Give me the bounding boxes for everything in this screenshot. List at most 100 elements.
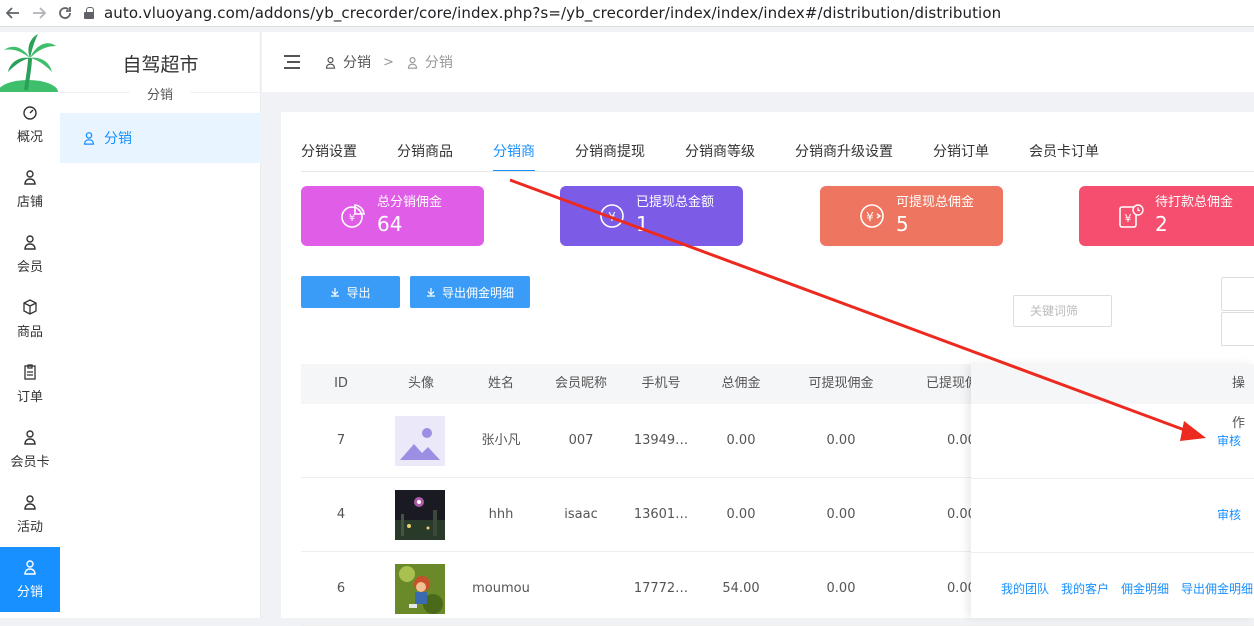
cell-phone: 13601… (633, 507, 689, 522)
user-icon (24, 495, 36, 510)
cell-withdrawable: 0.00 (826, 433, 856, 448)
user-icon (24, 235, 36, 250)
cell-id: 7 (336, 433, 346, 448)
forward-icon[interactable] (26, 0, 52, 26)
export-button[interactable]: 导出 (301, 276, 400, 308)
cell-phone: 13949… (633, 433, 689, 448)
operations-column: 操作 审核 审核 我的团队 我的客户 佣金明细 导出佣金明细 (971, 364, 1254, 618)
yen-circle-icon: ¥ (600, 204, 624, 228)
sidebar-item-members[interactable]: 会员 (0, 222, 60, 287)
stat-card-pending-payment: ¥ 待打款总佣金 2 (1079, 186, 1254, 246)
reload-icon[interactable] (52, 0, 78, 26)
column-header: 总佣金 (721, 376, 761, 391)
tab-distributor-upgrade-settings[interactable]: 分销商升级设置 (795, 142, 893, 172)
stat-card-withdrawn-total: ¥ 已提现总金额 1 (560, 186, 743, 246)
sidebar-item-store[interactable]: 店铺 (0, 157, 60, 222)
header: 分销 > 分销 (262, 32, 1254, 92)
sidebar-item-label: 活动 (16, 520, 43, 535)
cell-withdrawable: 0.00 (826, 581, 856, 596)
sidebar-item-member-card[interactable]: 会员卡 (0, 417, 60, 482)
export-commission-detail-link[interactable]: 导出佣金明细 (1181, 580, 1253, 597)
review-link[interactable]: 审核 (1217, 506, 1241, 523)
clipboard-icon (24, 364, 36, 380)
tab-distribution-settings[interactable]: 分销设置 (301, 142, 357, 172)
cell-id: 6 (336, 581, 346, 596)
back-icon[interactable] (0, 0, 26, 26)
cell-name: 张小凡 (481, 433, 521, 448)
cell-name: hhh (488, 507, 514, 522)
filter-select[interactable] (1221, 312, 1254, 346)
cell-name: moumou (472, 581, 530, 596)
breadcrumb-separator: > (383, 54, 394, 70)
stat-label: 待打款总佣金 (1155, 195, 1234, 210)
browser-toolbar: auto.vluoyang.com/addons/yb_crecorder/co… (0, 0, 1254, 27)
stat-value: 2 (1155, 212, 1168, 236)
download-icon (331, 288, 340, 297)
lock-icon (84, 7, 94, 19)
main-sidebar: 概况 店铺 会员 商品 订单 会员卡 活动 分销 (0, 32, 60, 618)
cell-nickname: 007 (568, 433, 594, 448)
palm-logo-icon (0, 34, 58, 92)
stat-card-withdrawable: ¥ 可提现总佣金 5 (820, 186, 1003, 246)
tab-distributor-withdrawals[interactable]: 分销商提现 (575, 142, 645, 172)
column-header: 头像 (407, 376, 434, 391)
cell-total-commission: 0.00 (726, 433, 756, 448)
user-icon (83, 132, 95, 145)
stat-value: 5 (896, 212, 909, 236)
sidebar-item-label: 会员卡 (10, 455, 50, 470)
cell-total-commission: 54.00 (722, 581, 760, 596)
sidebar-item-activities[interactable]: 活动 (0, 482, 60, 547)
avatar-night-photo (395, 490, 445, 540)
export-commission-detail-button[interactable]: 导出佣金明细 (410, 276, 530, 308)
stat-label: 可提现总佣金 (896, 195, 975, 210)
subnav-item-distribution[interactable]: 分销 (60, 113, 261, 163)
sidebar-item-orders[interactable]: 订单 (0, 352, 60, 417)
sidebar-item-label: 商品 (16, 325, 43, 340)
my-team-link[interactable]: 我的团队 (1001, 580, 1049, 597)
section-title: 分销 (130, 84, 190, 103)
cell-id: 4 (336, 507, 346, 522)
keyword-filter-input[interactable]: 关键词筛 (1013, 295, 1112, 327)
review-link[interactable]: 审核 (1217, 432, 1241, 449)
stat-card-total-commission: ¥ 总分销佣金 64 (301, 186, 484, 246)
sidebar-item-distribution[interactable]: 分销 (0, 547, 60, 612)
cell-nickname (541, 552, 621, 626)
tab-bar: 分销设置 分销商品 分销商 分销商提现 分销商等级 分销商升级设置 分销订单 会… (301, 142, 1139, 172)
operations-header: 操作 (971, 364, 1254, 431)
tab-distributors[interactable]: 分销商 (493, 142, 535, 172)
subnav-item-label: 分销 (104, 131, 132, 147)
cell-nickname: isaac (564, 507, 598, 522)
my-customers-link[interactable]: 我的客户 (1061, 580, 1109, 597)
export-commission-detail-label: 导出佣金明细 (441, 285, 514, 300)
tab-distributor-levels[interactable]: 分销商等级 (685, 142, 755, 172)
breadcrumb-item[interactable]: 分销 (343, 52, 371, 72)
sidebar-item-label: 分销 (16, 585, 43, 600)
sidebar-item-overview[interactable]: 概况 (0, 92, 60, 157)
tab-divider (301, 171, 1254, 172)
tab-distribution-orders[interactable]: 分销订单 (933, 142, 989, 172)
cell-phone: 17772… (633, 581, 689, 596)
yen-clock-icon: ¥ (1119, 204, 1144, 228)
svg-text:¥: ¥ (866, 210, 874, 224)
user-icon (24, 560, 36, 575)
stat-label: 总分销佣金 (377, 195, 443, 210)
address-bar[interactable]: auto.vluoyang.com/addons/yb_crecorder/co… (104, 4, 1001, 22)
sidebar-item-products[interactable]: 商品 (0, 287, 60, 352)
stat-value: 64 (377, 212, 403, 236)
commission-detail-link[interactable]: 佣金明细 (1121, 580, 1169, 597)
user-icon (24, 170, 36, 185)
menu-toggle-icon[interactable] (284, 55, 300, 69)
svg-text:¥: ¥ (1125, 212, 1132, 225)
download-icon (426, 288, 435, 297)
sidebar-item-label: 会员 (16, 260, 43, 275)
tab-member-card-orders[interactable]: 会员卡订单 (1029, 142, 1099, 172)
sidebar-item-label: 订单 (16, 390, 43, 405)
tab-distribution-products[interactable]: 分销商品 (397, 142, 453, 172)
yen-pie-icon: ¥ (341, 204, 365, 228)
filter-select[interactable] (1221, 277, 1254, 311)
dashboard-icon (23, 106, 37, 120)
column-header: 手机号 (641, 376, 681, 391)
column-header: 姓名 (487, 376, 514, 391)
cell-withdrawable: 0.00 (826, 507, 856, 522)
box-icon (23, 299, 37, 315)
